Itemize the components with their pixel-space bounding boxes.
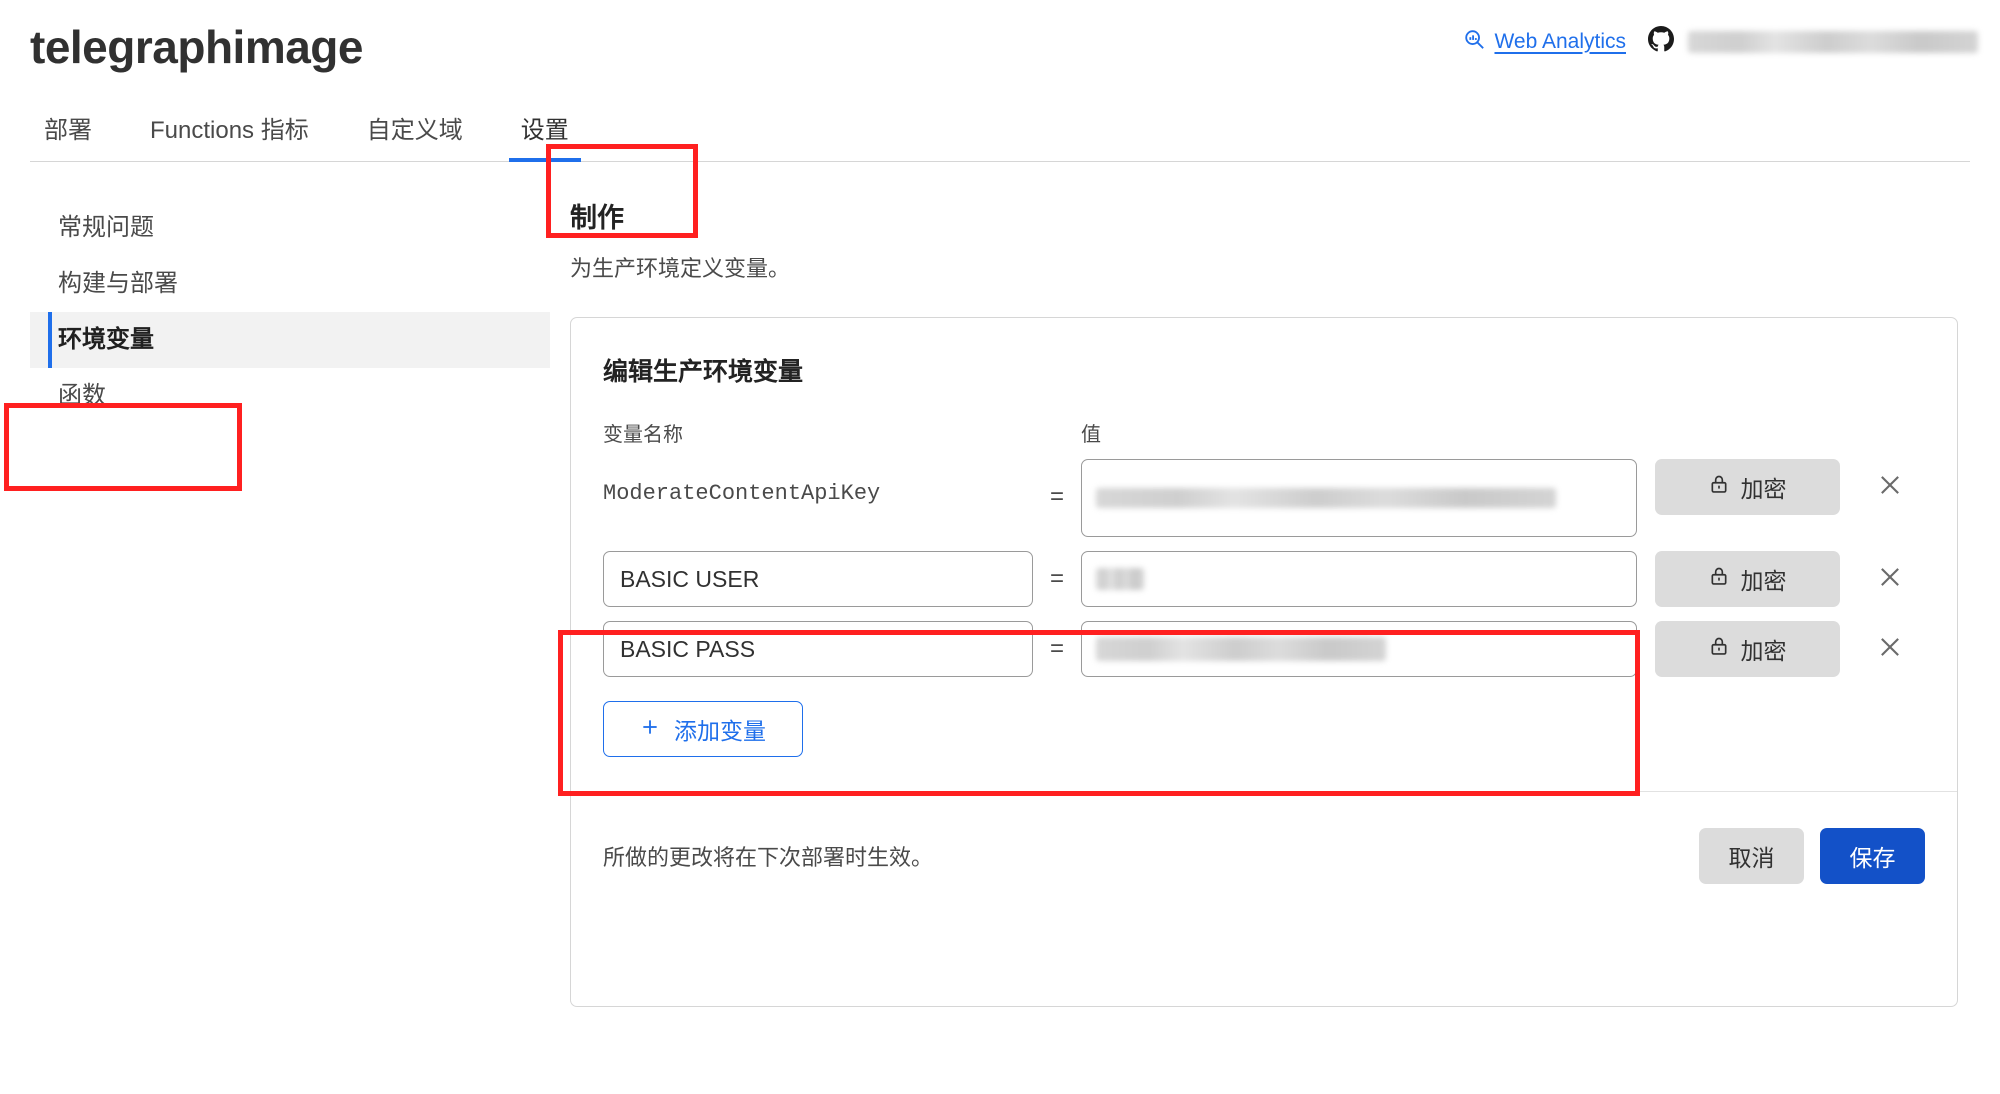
value-redacted <box>1096 488 1556 508</box>
lock-icon <box>1709 473 1729 501</box>
header-actions: Web Analytics <box>1463 26 1978 57</box>
tab-custom-domain[interactable]: 自定义域 <box>355 110 475 161</box>
footer-buttons: 取消 保存 <box>1699 828 1925 884</box>
equals-sign: = <box>1033 459 1081 535</box>
close-icon <box>1876 563 1904 596</box>
footer-note: 所做的更改将在下次部署时生效。 <box>603 840 933 872</box>
lock-icon <box>1709 635 1729 663</box>
add-variable-label: 添加变量 <box>674 712 766 746</box>
sidebar-item-general[interactable]: 常规问题 <box>30 200 570 256</box>
close-icon <box>1876 633 1904 666</box>
column-headers: 变量名称 值 <box>603 418 1925 447</box>
add-variable-button[interactable]: 添加变量 <box>603 701 803 757</box>
equals-sign: = <box>1033 551 1081 607</box>
encrypt-label: 加密 <box>1741 632 1787 666</box>
section-subtitle: 为生产环境定义变量。 <box>570 251 1958 283</box>
table-row: = 加密 <box>603 621 1925 677</box>
github-icon <box>1648 26 1674 57</box>
lock-icon <box>1709 565 1729 593</box>
encrypt-button[interactable]: 加密 <box>1655 459 1840 515</box>
analytics-search-icon <box>1463 28 1485 56</box>
page-body: 常规问题 构建与部署 环境变量 函数 制作 为生产环境定义变量。 编辑生产环境变… <box>0 162 2000 1007</box>
tab-deploy[interactable]: 部署 <box>32 110 104 161</box>
variable-value-input[interactable] <box>1081 551 1637 607</box>
value-redacted <box>1096 637 1386 661</box>
column-header-name: 变量名称 <box>603 418 1033 447</box>
remove-variable-button[interactable] <box>1855 551 1925 607</box>
variable-name-readonly: ModerateContentApiKey <box>603 459 1033 506</box>
github-repo[interactable] <box>1648 26 1978 57</box>
section-title: 制作 <box>570 196 1958 235</box>
sidebar-item-environment-variables[interactable]: 环境变量 <box>30 312 550 368</box>
value-redacted <box>1096 568 1144 590</box>
repo-name-redacted <box>1688 31 1978 53</box>
table-row: ModerateContentApiKey = <box>603 459 1925 537</box>
remove-variable-button[interactable] <box>1855 621 1925 677</box>
web-analytics-label: Web Analytics <box>1494 30 1626 54</box>
encrypt-button[interactable]: 加密 <box>1655 551 1840 607</box>
sidebar-item-build-deploy[interactable]: 构建与部署 <box>30 256 570 312</box>
card-footer: 所做的更改将在下次部署时生效。 取消 保存 <box>603 792 1925 922</box>
sidebar-item-functions[interactable]: 函数 <box>30 368 570 424</box>
remove-variable-button[interactable] <box>1855 459 1925 515</box>
close-icon <box>1876 471 1904 504</box>
equals-sign: = <box>1033 621 1081 677</box>
settings-sidebar: 常规问题 构建与部署 环境变量 函数 <box>30 162 570 1007</box>
web-analytics-link[interactable]: Web Analytics <box>1463 28 1626 56</box>
settings-content: 制作 为生产环境定义变量。 编辑生产环境变量 变量名称 值 ModerateCo… <box>570 162 1970 1007</box>
encrypt-label: 加密 <box>1741 562 1787 596</box>
variable-name-input[interactable] <box>603 551 1033 607</box>
encrypt-button[interactable]: 加密 <box>1655 621 1840 677</box>
table-row: = 加密 <box>603 551 1925 607</box>
variable-value-input[interactable] <box>1081 621 1637 677</box>
plus-icon <box>640 716 660 743</box>
env-variables-card: 编辑生产环境变量 变量名称 值 ModerateContentApiKey = <box>570 317 1958 1007</box>
encrypt-label: 加密 <box>1741 470 1787 504</box>
tab-bar: 部署 Functions 指标 自定义域 设置 <box>0 100 2000 162</box>
tab-functions-metrics[interactable]: Functions 指标 <box>138 110 321 161</box>
column-header-value: 值 <box>1081 418 1925 447</box>
tab-settings[interactable]: 设置 <box>509 110 581 161</box>
variable-name-input[interactable] <box>603 621 1033 677</box>
variable-value-input[interactable] <box>1081 459 1637 537</box>
card-title: 编辑生产环境变量 <box>603 352 1925 388</box>
cancel-button[interactable]: 取消 <box>1699 828 1804 884</box>
save-button[interactable]: 保存 <box>1820 828 1925 884</box>
page-header: telegraphimage Web Analytics <box>0 0 2000 100</box>
